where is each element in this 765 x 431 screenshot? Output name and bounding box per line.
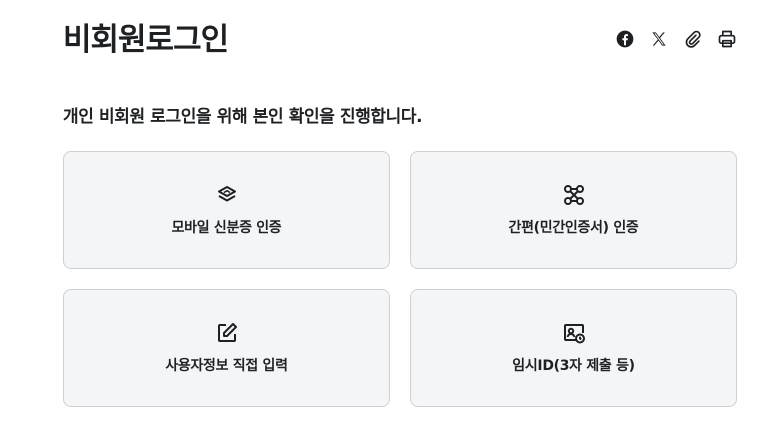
link-icon: [683, 29, 703, 53]
share-toolbar: [615, 30, 737, 52]
temp-id-icon: [562, 321, 586, 345]
x-share-button[interactable]: [649, 30, 669, 52]
facebook-icon: [615, 29, 635, 53]
auth-options: 모바일 신분증 인증 간편(민간인증서) 인증 사용자정보 직접 입력 임시ID…: [63, 151, 737, 407]
x-icon: [649, 29, 669, 53]
manual-input-button[interactable]: 사용자정보 직접 입력: [63, 289, 390, 407]
mobile-id-auth-label: 모바일 신분증 인증: [171, 220, 282, 236]
page-title: 비회원로그인: [63, 22, 229, 58]
copy-link-button[interactable]: [683, 30, 703, 52]
temp-id-button[interactable]: 임시ID(3자 제출 등): [410, 289, 737, 407]
print-button[interactable]: [717, 30, 737, 52]
simple-cert-auth-label: 간편(민간인증서) 인증: [508, 220, 639, 236]
connect-icon: [562, 183, 586, 207]
lead-text: 개인 비회원 로그인을 위해 본인 확인을 진행합니다.: [63, 107, 423, 127]
facebook-share-button[interactable]: [615, 30, 635, 52]
mobile-id-auth-button[interactable]: 모바일 신분증 인증: [63, 151, 390, 269]
print-icon: [717, 29, 737, 53]
temp-id-label: 임시ID(3자 제출 등): [512, 358, 635, 374]
manual-input-label: 사용자정보 직접 입력: [165, 358, 288, 374]
simple-cert-auth-button[interactable]: 간편(민간인증서) 인증: [410, 151, 737, 269]
edit-icon: [215, 321, 239, 345]
mobile-id-icon: [215, 183, 239, 207]
